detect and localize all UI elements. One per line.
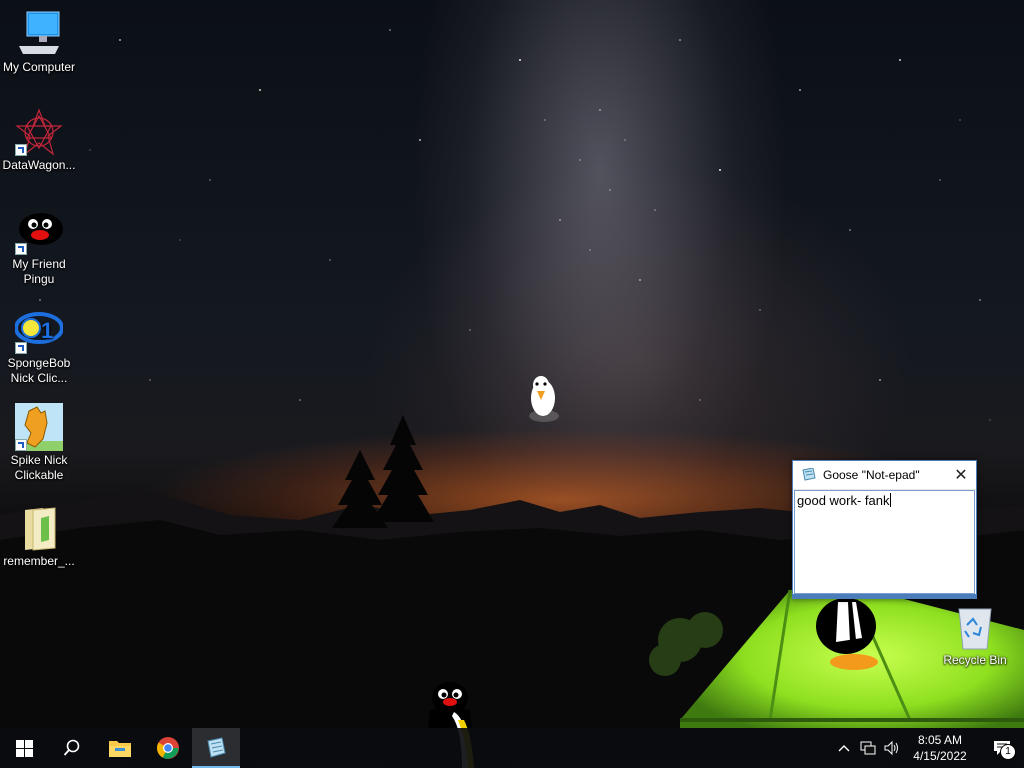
notepad-icon: [207, 737, 226, 758]
show-hidden-icons-button[interactable]: [832, 728, 856, 768]
network-button[interactable]: [856, 728, 880, 768]
desktop-icon-spike[interactable]: Spike Nick Clickable: [1, 403, 77, 483]
desktop-icon-label: My Computer: [2, 60, 76, 74]
shortcut-arrow-icon: [15, 439, 27, 451]
desktop-icon-label: DataWagon...: [2, 158, 76, 172]
notepad-content: good work- fank: [797, 493, 890, 508]
desktop-icon-my-computer[interactable]: My Computer: [1, 10, 77, 75]
action-center-button[interactable]: 1: [980, 728, 1024, 768]
desktop-icon-label: SpongeBob Nick Clic...: [7, 356, 71, 385]
desktop-icon-remember[interactable]: remember_...: [1, 504, 77, 569]
windows-logo-icon: [15, 739, 33, 757]
folder-icon: [109, 741, 131, 757]
system-tray: 8:05 AM 4/15/2022 1: [832, 728, 1024, 768]
shortcut-arrow-icon: [15, 243, 27, 255]
shortcut-arrow-icon: [15, 342, 27, 354]
network-icon: [860, 741, 876, 755]
desktop-icon-spongebob[interactable]: 1 SpongeBob Nick Clic...: [1, 306, 77, 386]
window-bottom-border: [793, 594, 976, 598]
desktop-icon-recycle-bin[interactable]: Recycle Bin: [937, 603, 1013, 668]
taskbar-clock[interactable]: 8:05 AM 4/15/2022: [908, 732, 972, 764]
spike-icon: [15, 403, 63, 451]
spongebob-icon: 1: [14, 306, 64, 354]
chrome-button[interactable]: [144, 728, 192, 768]
computer-icon: [15, 10, 63, 58]
clock-time: 8:05 AM: [917, 733, 963, 747]
desktop-icon-my-friend-pingu[interactable]: My Friend Pingu: [1, 207, 77, 287]
pingu-icon: [15, 207, 63, 255]
recycle-bin-icon: [951, 603, 999, 651]
window-title: Goose "Not-epad": [823, 468, 920, 482]
shortcut-arrow-icon: [15, 144, 27, 156]
close-icon: ✕: [954, 467, 968, 484]
goose-notepad-taskbar-button[interactable]: [192, 728, 240, 768]
desktop-icon-label: remember_...: [3, 554, 75, 568]
desktop-goose[interactable]: [526, 372, 562, 424]
notification-count-badge: 1: [1000, 744, 1016, 760]
text-caret: [889, 493, 891, 507]
desktop-icon-label: My Friend Pingu: [12, 257, 66, 286]
start-button[interactable]: [0, 728, 48, 768]
folder-icon: [15, 504, 63, 552]
taskbar: 8:05 AM 4/15/2022 1: [0, 728, 1024, 768]
pingu-character: [816, 598, 878, 670]
desktop-icon-datawagon[interactable]: DataWagon...: [1, 108, 77, 173]
chevron-up-icon: [838, 745, 850, 752]
volume-button[interactable]: [880, 728, 904, 768]
notepad-text-area[interactable]: good work- fank: [794, 490, 975, 594]
desktop-icon-label: Recycle Bin: [943, 653, 1007, 667]
search-icon: [63, 739, 80, 756]
close-button[interactable]: ✕: [946, 461, 976, 489]
datawagon-icon: [15, 108, 63, 156]
search-button[interactable]: [48, 728, 96, 768]
notepad-icon: [802, 468, 816, 481]
svg-text:1: 1: [41, 318, 53, 343]
clock-date: 4/15/2022: [913, 749, 967, 763]
speaker-icon: [884, 741, 898, 755]
desktop-icon-label: Spike Nick Clickable: [10, 453, 68, 482]
window-titlebar[interactable]: Goose "Not-epad" ✕: [793, 461, 976, 490]
chrome-icon: [157, 737, 179, 759]
goose-notepad-window[interactable]: Goose "Not-epad" ✕ good work- fank: [792, 460, 977, 599]
file-explorer-button[interactable]: [96, 728, 144, 768]
